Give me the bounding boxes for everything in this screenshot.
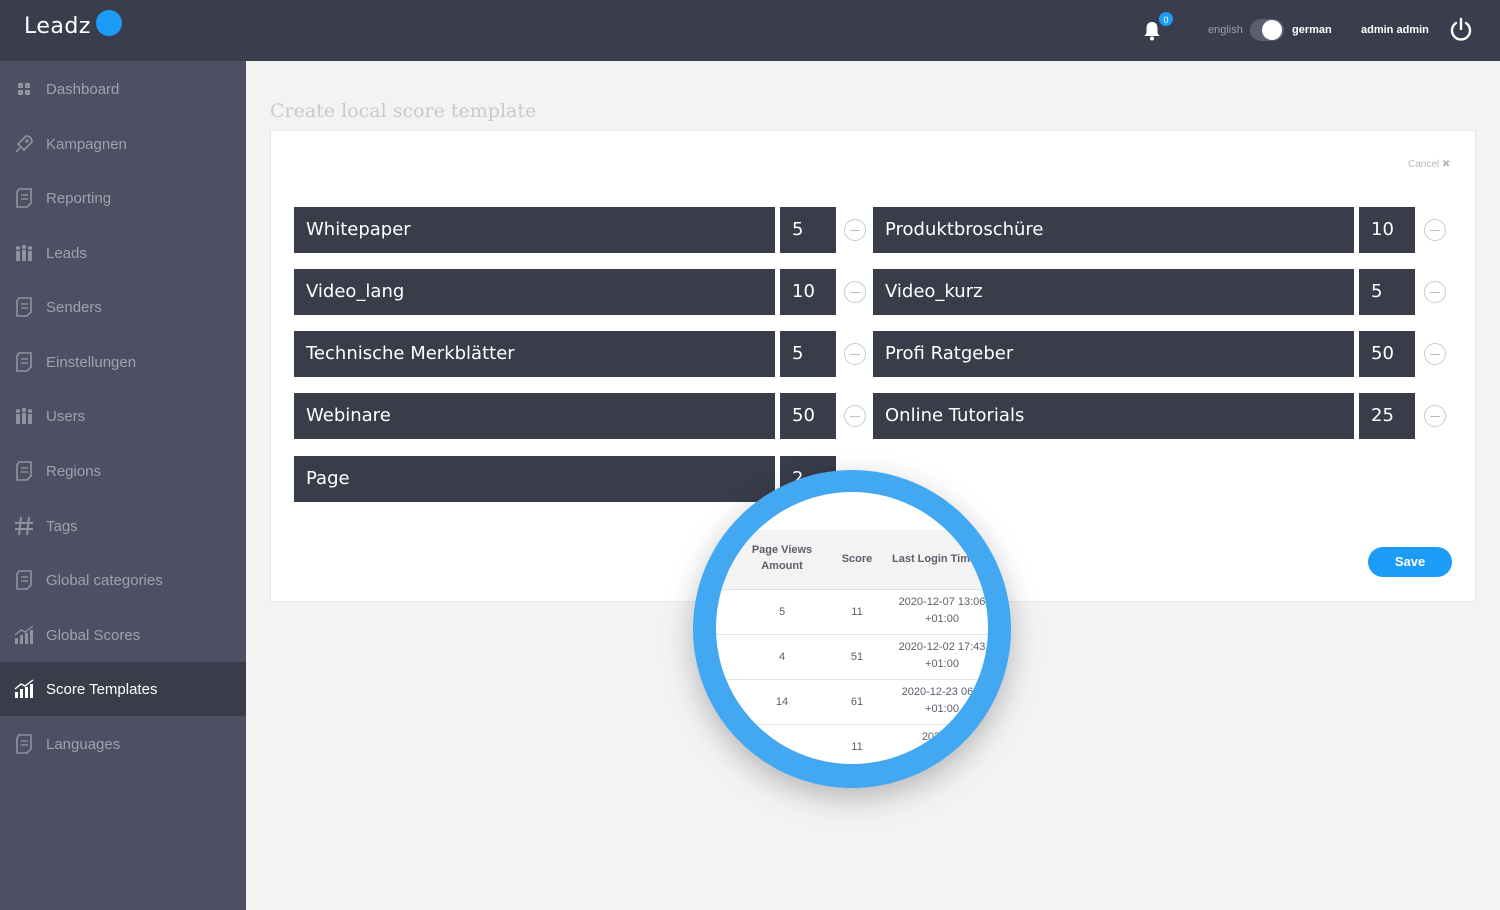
score-name-input[interactable]: Online Tutorials	[873, 393, 1354, 439]
sidebar-item-label: Reporting	[46, 189, 112, 207]
sidebar-item-label: Score Templates	[46, 680, 158, 698]
score-value-input[interactable]: 25	[1359, 393, 1415, 439]
magnifier-lens: Page Views Amount Score Last Login Time …	[716, 492, 988, 764]
sidebar-item-leads[interactable]: Leads	[0, 226, 246, 280]
score-value-input[interactable]: 10	[780, 269, 836, 315]
sidebar-item-reporting[interactable]: Reporting	[0, 171, 246, 225]
user-name[interactable]: admin admin	[1361, 24, 1429, 36]
sidebar-item-einstellungen[interactable]: Einstellungen	[0, 335, 246, 389]
document-icon	[16, 352, 32, 372]
sidebar-item-label: Kampagnen	[46, 135, 127, 153]
power-icon[interactable]	[1449, 17, 1473, 43]
remove-row-icon[interactable]	[1424, 405, 1446, 427]
notification-badge: 0	[1158, 11, 1174, 27]
magnified-table: Page Views Amount Score Last Login Time …	[716, 492, 988, 764]
score-name-input[interactable]: Video_lang	[294, 269, 775, 315]
document-icon	[16, 297, 32, 317]
cancel-button[interactable]: Cancel ✖	[1408, 159, 1450, 170]
sidebar-item-senders[interactable]: Senders	[0, 280, 246, 334]
score-value-input[interactable]: 5	[780, 207, 836, 253]
score-name-input[interactable]: Webinare	[294, 393, 775, 439]
score-name-input[interactable]: Page	[294, 456, 775, 502]
remove-row-icon[interactable]	[1424, 343, 1446, 365]
score-name-input[interactable]: Produktbroschüre	[873, 207, 1354, 253]
sidebar: Dashboard Kampagnen Reporting Leads Send…	[0, 61, 246, 910]
hash-icon	[15, 516, 33, 536]
language-german-label[interactable]: german	[1292, 24, 1332, 36]
sidebar-item-regions[interactable]: Regions	[0, 444, 246, 498]
table-row: 4 51 2020-12-02 17:43 +01:00	[716, 635, 988, 680]
page-title: Create local score template	[270, 100, 537, 122]
score-name-input[interactable]: Video_kurz	[873, 269, 1354, 315]
sidebar-item-label: Languages	[46, 735, 121, 753]
document-icon	[16, 188, 32, 208]
score-value-input[interactable]: 5	[1359, 269, 1415, 315]
table-row: 11 2020-12	[851, 731, 963, 753]
sidebar-item-label: Users	[46, 407, 86, 425]
language-toggle-knob[interactable]	[1262, 20, 1282, 40]
sidebar-item-score-templates[interactable]: Score Templates	[0, 662, 246, 716]
people-icon	[16, 407, 32, 424]
table-row: 5 11 2020-12-07 13:06 +01:00	[716, 590, 988, 635]
score-name-input[interactable]: Whitepaper	[294, 207, 775, 253]
sidebar-item-label: Tags	[46, 517, 78, 535]
score-value-input[interactable]: 50	[1359, 331, 1415, 377]
sidebar-item-label: Senders	[46, 298, 102, 316]
sidebar-item-label: Leads	[46, 244, 87, 262]
sidebar-item-tags[interactable]: Tags	[0, 499, 246, 553]
sidebar-item-users[interactable]: Users	[0, 389, 246, 443]
sidebar-item-label: Regions	[46, 462, 102, 480]
remove-row-icon[interactable]	[844, 281, 866, 303]
grid-icon	[18, 83, 30, 95]
save-button[interactable]: Save	[1368, 547, 1452, 577]
logo-dot-icon	[96, 10, 122, 36]
table-header: Page Views Amount Score Last Login Time	[716, 530, 988, 590]
remove-row-icon[interactable]	[844, 405, 866, 427]
document-icon	[16, 570, 32, 590]
app-logo[interactable]: Leadz	[24, 14, 91, 39]
sidebar-item-languages[interactable]: Languages	[0, 717, 246, 771]
bar-chart-icon	[14, 625, 34, 644]
document-icon	[16, 734, 32, 754]
people-icon	[16, 244, 32, 261]
remove-row-icon[interactable]	[844, 219, 866, 241]
rocket-icon	[15, 135, 33, 153]
score-value-input[interactable]: 50	[780, 393, 836, 439]
sidebar-item-global-scores[interactable]: Global Scores	[0, 608, 246, 662]
table-row: 14 61 2020-12-23 06:5 +01:00	[716, 680, 988, 725]
score-name-input[interactable]: Profi Ratgeber	[873, 331, 1354, 377]
sidebar-item-dashboard[interactable]: Dashboard	[0, 62, 246, 116]
sidebar-item-kampagnen[interactable]: Kampagnen	[0, 117, 246, 171]
top-bar: Leadz 0 english german admin admin	[0, 0, 1500, 61]
score-value-input[interactable]: 10	[1359, 207, 1415, 253]
remove-row-icon[interactable]	[844, 343, 866, 365]
sidebar-item-label: Einstellungen	[46, 353, 137, 371]
sidebar-item-label: Global Scores	[46, 626, 141, 644]
sidebar-item-label: Dashboard	[46, 80, 120, 98]
bar-chart-icon	[14, 679, 34, 698]
remove-row-icon[interactable]	[1424, 219, 1446, 241]
column-header-last-login[interactable]: Last Login Time	[890, 551, 988, 567]
score-name-input[interactable]: Technische Merkblätter	[294, 331, 775, 377]
sidebar-item-global-categories[interactable]: Global categories	[0, 553, 246, 607]
document-icon	[16, 461, 32, 481]
score-value-input[interactable]: 5	[780, 331, 836, 377]
sidebar-item-label: Global categories	[46, 571, 163, 589]
column-header-score[interactable]: Score	[832, 551, 882, 567]
language-english-label[interactable]: english	[1208, 24, 1243, 36]
remove-row-icon[interactable]	[1424, 281, 1446, 303]
column-header-page-views[interactable]: Page Views Amount	[742, 542, 822, 574]
